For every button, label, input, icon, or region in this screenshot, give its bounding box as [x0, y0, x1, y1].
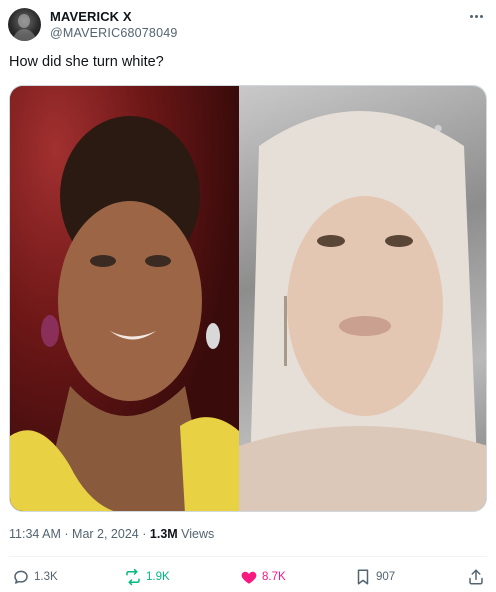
share-button[interactable]	[467, 568, 489, 586]
tweet-meta: 11:34 AM · Mar 2, 2024 · 1.3M Views	[9, 527, 214, 541]
tweet-card: MAVERICK X @MAVERIC68078049 How did she …	[0, 0, 496, 592]
divider	[9, 556, 487, 557]
bookmark-button[interactable]: 907	[354, 568, 395, 586]
share-icon	[469, 569, 483, 585]
meta-separator: ·	[142, 527, 147, 541]
like-button[interactable]: 8.7K	[240, 568, 286, 586]
author-handle[interactable]: @MAVERIC68078049	[50, 26, 178, 40]
tweet-date[interactable]: Mar 2, 2024	[72, 527, 139, 541]
reply-icon	[14, 570, 28, 584]
heart-icon	[241, 571, 257, 584]
repost-button[interactable]: 1.9K	[124, 568, 170, 586]
repost-count: 1.9K	[146, 571, 170, 583]
avatar[interactable]	[8, 8, 41, 41]
repost-icon	[126, 568, 140, 586]
reply-count: 1.3K	[34, 571, 58, 583]
author-display-name[interactable]: MAVERICK X	[50, 9, 132, 24]
tweet-time[interactable]: 11:34 AM	[9, 527, 61, 541]
meta-separator: ·	[64, 527, 69, 541]
views-count: 1.3M	[149, 527, 178, 541]
like-count: 8.7K	[262, 571, 286, 583]
more-icon[interactable]	[466, 6, 486, 26]
bookmark-icon	[357, 569, 369, 585]
tweet-text: How did she turn white?	[9, 54, 164, 70]
media-photo-right	[239, 86, 486, 511]
tweet-media[interactable]	[9, 85, 487, 512]
bookmark-count: 907	[376, 571, 396, 583]
media-photo-left	[10, 86, 239, 511]
reply-button[interactable]: 1.3K	[12, 568, 58, 586]
views-label: Views	[181, 527, 215, 541]
